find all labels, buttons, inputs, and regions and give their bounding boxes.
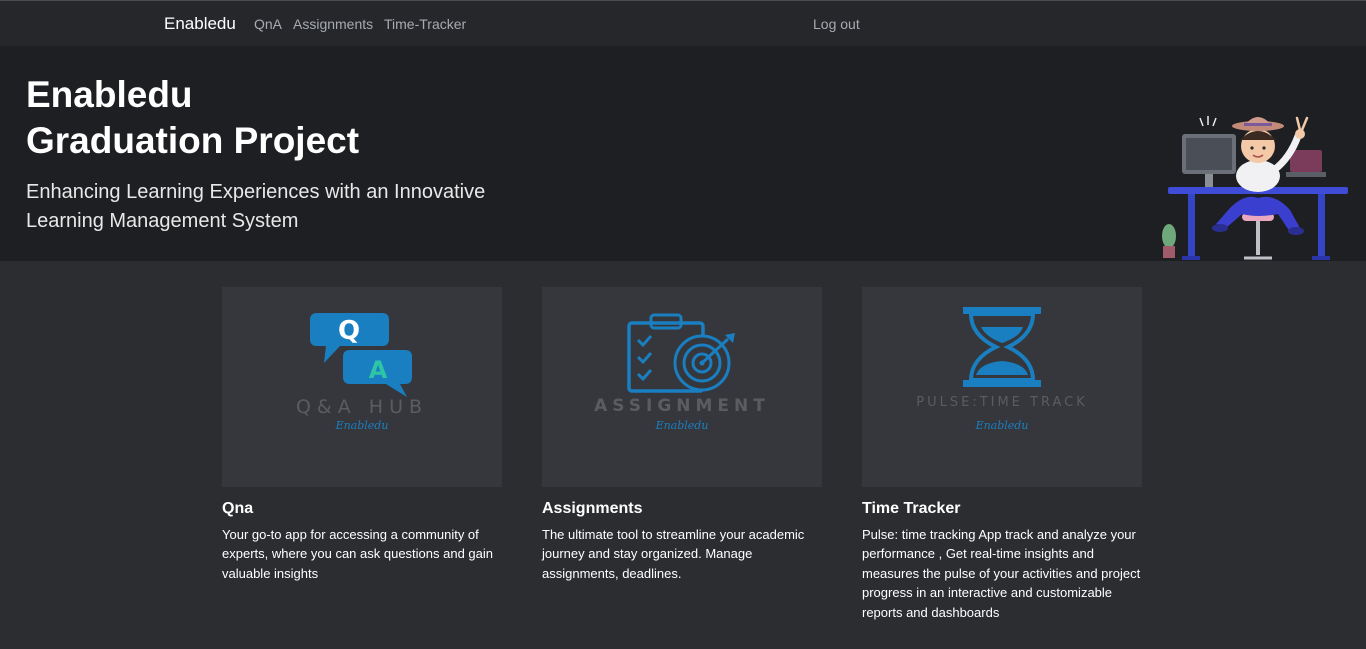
qna-card-title[interactable]: Qna [222, 500, 502, 518]
nav-link-assignments[interactable]: Assignments [293, 16, 373, 32]
hero-subtitle: Enhancing Learning Experiences with an I… [26, 181, 486, 232]
student-at-desk-illustration [1162, 116, 1348, 260]
hero-title-line-2: Graduation Project [26, 120, 360, 161]
assignment-logo: ASSIGNMENT Enabledu [594, 313, 770, 432]
brand-link[interactable]: Enabledu [164, 14, 236, 34]
qa-hub-logo-sub: Enabledu [335, 419, 389, 432]
nav-link-qna[interactable]: QnA [254, 16, 282, 32]
qna-card[interactable]: Q A Q&A HUB Enabledu Qna Your go-to app … [222, 287, 502, 583]
assignment-logo-text: ASSIGNMENT [594, 396, 770, 416]
logout-link[interactable]: Log out [813, 16, 860, 32]
assignment-logo-sub: Enabledu [655, 419, 709, 432]
qa-hub-logo-text: Q&A HUB [296, 396, 428, 418]
svg-text:Q: Q [338, 316, 360, 346]
top-navbar: Enabledu QnA Assignments Time-Tracker Lo… [0, 0, 1366, 46]
assignments-card[interactable]: ASSIGNMENT Enabledu Assignments The ulti… [542, 287, 822, 583]
svg-text:A: A [369, 356, 388, 384]
hero-title: Enabledu Graduation Project [26, 72, 359, 164]
time-tracker-card-text: Pulse: time tracking App track and analy… [862, 527, 1141, 620]
assignments-card-image[interactable]: ASSIGNMENT Enabledu [542, 287, 822, 487]
assignments-card-title[interactable]: Assignments [542, 500, 822, 518]
qna-card-image[interactable]: Q A Q&A HUB Enabledu [222, 287, 502, 487]
time-tracker-card-title[interactable]: Time Tracker [862, 500, 1142, 518]
hero-banner: Enabledu Graduation Project Enhancing Le… [0, 46, 1366, 261]
hourglass-logo-text: PULSE:TIME TRACK [916, 395, 1088, 410]
hourglass-logo: PULSE:TIME TRACK Enabledu [916, 307, 1088, 432]
time-tracker-card-image[interactable]: PULSE:TIME TRACK Enabledu [862, 287, 1142, 487]
hourglass-logo-sub: Enabledu [975, 419, 1029, 432]
assignments-card-text: The ultimate tool to streamline your aca… [542, 527, 805, 581]
qna-card-text: Your go-to app for accessing a community… [222, 527, 494, 581]
time-tracker-card[interactable]: PULSE:TIME TRACK Enabledu Time Tracker P… [862, 287, 1142, 622]
nav-link-time-tracker[interactable]: Time-Tracker [384, 16, 466, 32]
qa-hub-logo: Q A Q&A HUB Enabledu [296, 313, 428, 432]
hero-title-line-1: Enabledu [26, 74, 193, 115]
